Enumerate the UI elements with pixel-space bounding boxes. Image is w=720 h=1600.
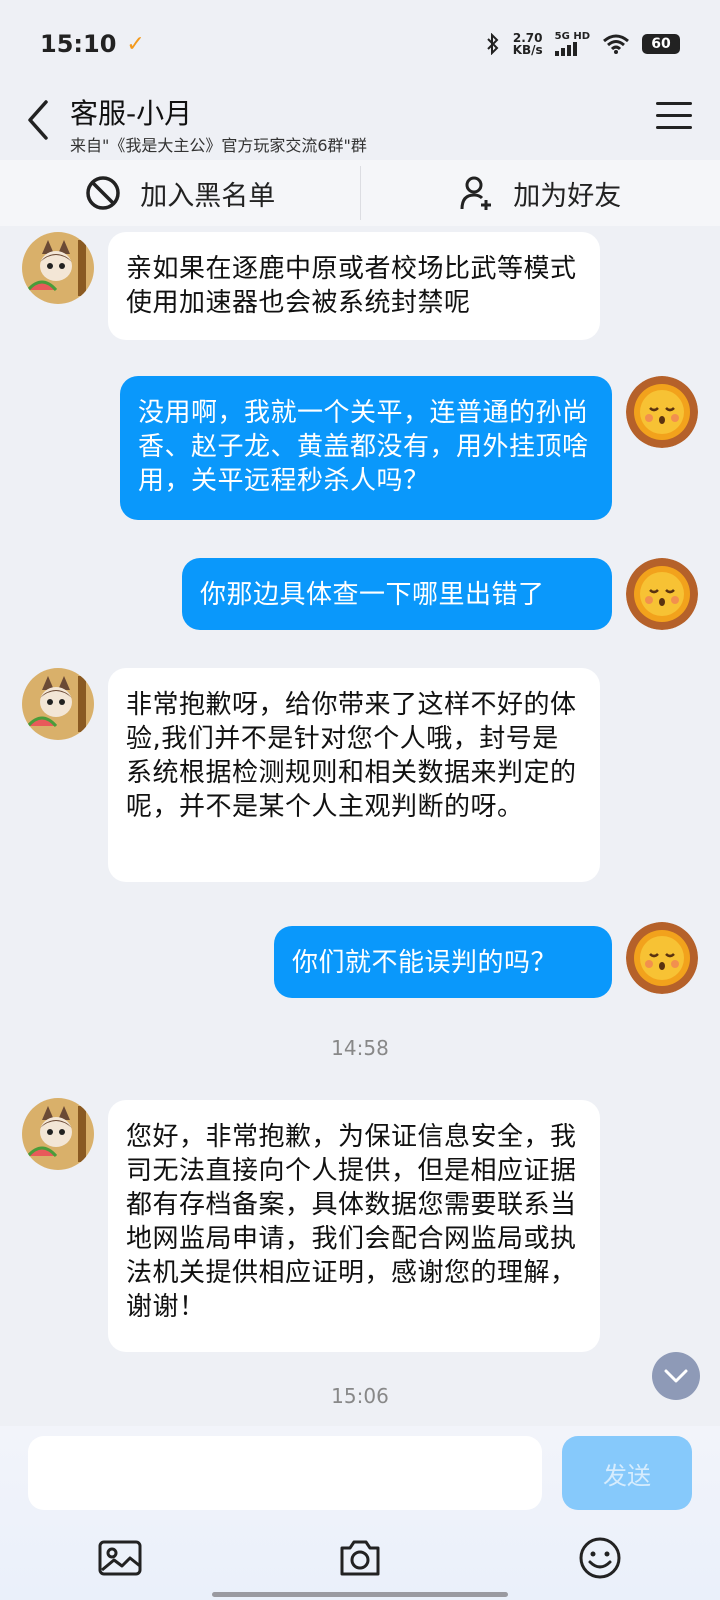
status-bar: 15:10 ✓ 2.70 KB/s 5G HD 60 (0, 0, 720, 88)
blacklist-button[interactable]: 加入黑名单 (0, 160, 360, 226)
composer: 发送 (0, 1426, 720, 1600)
cell-signal: 5G HD (554, 32, 590, 56)
status-time: 15:10 ✓ (40, 30, 145, 58)
image-icon[interactable] (96, 1534, 144, 1582)
chat-header: 客服-小月 来自"《我是大主公》官方玩家交流6群"群 (0, 88, 720, 160)
cat-avatar-icon (22, 668, 94, 740)
message-bubble-outgoing[interactable]: 你们就不能误判的吗？ (274, 926, 612, 998)
signal-bars-icon (554, 42, 590, 56)
battery-icon: 60 (642, 34, 680, 54)
agent-avatar[interactable] (22, 232, 94, 304)
contact-name: 客服-小月 (70, 97, 193, 130)
send-button[interactable]: 发送 (562, 1436, 692, 1510)
message-list[interactable]: 亲如果在逐鹿中原或者校场比武等模式使用加速器也会被系统封禁呢 没用啊，我就一个关… (0, 226, 720, 1426)
network-speed: 2.70 KB/s (512, 31, 543, 57)
user-avatar[interactable] (626, 376, 698, 448)
status-icons: 2.70 KB/s 5G HD 60 (485, 32, 680, 56)
clock: 15:10 (40, 30, 117, 58)
message-timestamp: 15:06 (331, 1384, 389, 1408)
message-timestamp: 14:58 (331, 1036, 389, 1060)
user-avatar[interactable] (626, 558, 698, 630)
add-friend-button[interactable]: 加为好友 (361, 160, 720, 226)
notification-app-icon: ✓ (126, 31, 145, 57)
menu-icon[interactable] (656, 102, 692, 132)
message-bubble-outgoing[interactable]: 你那边具体查一下哪里出错了 (182, 558, 612, 630)
add-friend-label: 加为好友 (513, 180, 622, 212)
message-bubble-incoming[interactable]: 您好，非常抱歉，为保证信息安全，我司无法直接向个人提供，但是相应证据都有存档备案… (108, 1100, 600, 1352)
blacklist-label: 加入黑名单 (140, 180, 276, 212)
cat-avatar-icon (22, 1098, 94, 1170)
agent-avatar[interactable] (22, 668, 94, 740)
scroll-to-bottom-button[interactable] (652, 1352, 700, 1400)
message-bubble-outgoing[interactable]: 没用啊，我就一个关平，连普通的孙尚香、赵子龙、黄盖都没有，用外挂顶啥用，关平远程… (120, 376, 612, 520)
sun-face-avatar-icon (626, 922, 698, 994)
emoji-icon[interactable] (576, 1534, 624, 1582)
message-bubble-incoming[interactable]: 亲如果在逐鹿中原或者校场比武等模式使用加速器也会被系统封禁呢 (108, 232, 600, 340)
camera-icon[interactable] (336, 1534, 384, 1582)
back-icon[interactable] (22, 98, 54, 142)
chevron-down-icon (664, 1369, 688, 1383)
wifi-icon (603, 34, 629, 54)
cat-avatar-icon (22, 232, 94, 304)
message-input[interactable] (28, 1436, 542, 1510)
user-avatar[interactable] (626, 922, 698, 994)
bluetooth-icon (486, 33, 499, 55)
action-bar: 加入黑名单 加为好友 (0, 160, 720, 226)
block-icon (86, 176, 120, 210)
agent-avatar[interactable] (22, 1098, 94, 1170)
sun-face-avatar-icon (626, 558, 698, 630)
contact-source: 来自"《我是大主公》官方玩家交流6群"群 (70, 136, 367, 155)
home-indicator[interactable] (212, 1592, 508, 1597)
add-user-icon (460, 176, 492, 210)
sun-face-avatar-icon (626, 376, 698, 448)
message-bubble-incoming[interactable]: 非常抱歉呀，给你带来了这样不好的体验,我们并不是针对您个人哦，封号是系统根据检测… (108, 668, 600, 882)
